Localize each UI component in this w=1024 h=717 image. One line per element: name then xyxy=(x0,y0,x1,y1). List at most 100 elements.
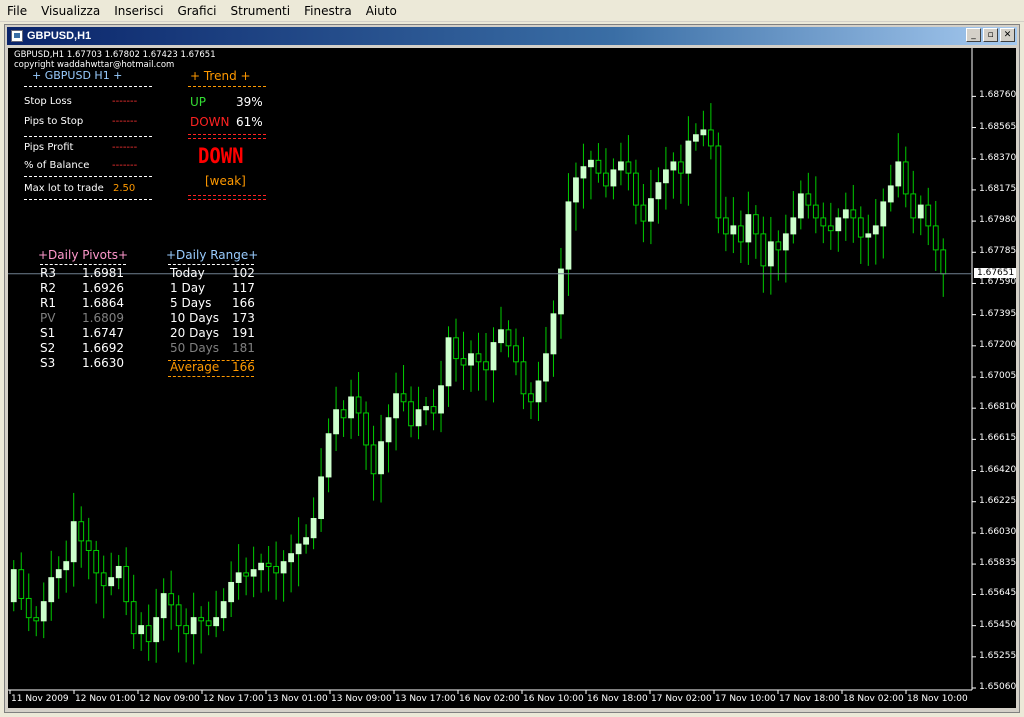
candlestick-plot xyxy=(8,48,976,694)
candle-body xyxy=(835,217,842,232)
candle-body xyxy=(18,569,25,599)
price-tick-label: 1.67980 xyxy=(979,215,1016,226)
price-tick-label: 1.67395 xyxy=(979,308,1016,319)
window-titlebar[interactable]: GBPUSD,H1 _ ▫ ✕ xyxy=(7,27,1017,45)
menu-window[interactable]: Finestra xyxy=(297,4,359,18)
window-title: GBPUSD,H1 xyxy=(27,30,92,42)
time-tick-label: 18 Nov 10:00 xyxy=(907,694,968,704)
candle-body xyxy=(160,593,167,619)
stop-loss-label: Stop Loss xyxy=(24,96,72,107)
candle-body xyxy=(490,342,497,371)
trend-down-value: 61% xyxy=(236,115,263,129)
candle-body xyxy=(228,581,235,603)
candle-body xyxy=(325,433,332,478)
candle-body xyxy=(318,476,324,520)
range-value: 166 xyxy=(232,360,255,374)
candle-body xyxy=(648,198,654,222)
candle-body xyxy=(895,161,902,187)
candle-body xyxy=(370,444,377,475)
range-name: 20 Days xyxy=(170,326,220,340)
menu-file[interactable]: File xyxy=(0,4,34,18)
pivot-name: S3 xyxy=(40,356,56,370)
candle-body xyxy=(685,140,692,174)
chart-window-icon xyxy=(11,30,23,42)
price-tick-label: 1.66615 xyxy=(979,433,1016,444)
pct-balance-label: % of Balance xyxy=(24,160,90,171)
pivot-value: 1.6692 xyxy=(82,341,124,355)
divider xyxy=(168,360,254,361)
candle-body xyxy=(430,406,437,414)
pips-to-stop-label: Pips to Stop xyxy=(24,116,84,127)
divider xyxy=(40,264,126,265)
price-chart[interactable]: GBPUSD,H1 1.67703 1.67802 1.67423 1.6765… xyxy=(8,48,1016,708)
candle-body xyxy=(445,337,452,387)
candle-body xyxy=(453,337,459,360)
candle-body xyxy=(235,572,242,583)
pips-to-stop-value: ------- xyxy=(112,116,138,127)
menu-tools[interactable]: Strumenti xyxy=(224,4,298,18)
candle-body xyxy=(573,177,579,203)
pips-profit-label: Pips Profit xyxy=(24,142,74,153)
candle-body xyxy=(468,353,474,366)
pivot-name: PV xyxy=(40,311,56,325)
candle-body xyxy=(902,161,909,195)
candle-body xyxy=(625,161,632,174)
close-button[interactable]: ✕ xyxy=(1000,28,1015,42)
candle-body xyxy=(565,201,572,270)
panel-symbol-label: + GBPUSD H1 + xyxy=(32,69,123,82)
range-value: 117 xyxy=(232,281,255,295)
candle-body xyxy=(633,172,639,206)
candle-body xyxy=(333,409,339,435)
pivots-header: +Daily Pivots+ xyxy=(38,248,128,262)
candle-body xyxy=(775,241,782,251)
trend-up-label: UP xyxy=(190,95,207,109)
minimize-button[interactable]: _ xyxy=(966,28,981,42)
range-name: 50 Days xyxy=(170,341,220,355)
candle-body xyxy=(265,562,272,567)
menu-view[interactable]: Visualizza xyxy=(34,4,107,18)
candle-body xyxy=(175,604,182,627)
candle-body xyxy=(85,540,92,551)
candle-body xyxy=(910,193,917,219)
price-tick-label: 1.65255 xyxy=(979,650,1016,661)
price-tick-label: 1.67590 xyxy=(979,277,1016,288)
candle-body xyxy=(550,313,557,355)
range-name: Today xyxy=(170,266,205,280)
candle-body xyxy=(438,385,444,414)
candle-body xyxy=(513,345,519,363)
candle-body xyxy=(213,617,220,627)
candle-body xyxy=(857,217,864,238)
candle-body xyxy=(168,593,175,606)
candle-body xyxy=(273,565,280,574)
price-tick-label: 1.68760 xyxy=(979,90,1016,101)
pivot-name: R1 xyxy=(40,296,56,310)
candle-body xyxy=(400,393,407,403)
menu-help[interactable]: Aiuto xyxy=(359,4,404,18)
menu-insert[interactable]: Inserisci xyxy=(107,4,170,18)
price-tick-label: 1.65060 xyxy=(979,682,1016,692)
range-name: 10 Days xyxy=(170,311,220,325)
divider xyxy=(168,264,254,265)
time-tick-label: 16 Nov 02:00 xyxy=(459,694,520,704)
candle-body xyxy=(655,182,662,200)
divider xyxy=(188,138,266,139)
price-tick-label: 1.65450 xyxy=(979,619,1016,630)
candle-body xyxy=(610,169,617,187)
pivot-value: 1.6864 xyxy=(82,296,124,310)
restore-button[interactable]: ▫ xyxy=(983,28,998,42)
candle-body xyxy=(692,134,699,142)
candle-body xyxy=(348,396,354,419)
candle-body xyxy=(123,565,130,603)
candle-body xyxy=(145,625,152,643)
divider xyxy=(24,176,152,177)
candle-body xyxy=(760,233,767,267)
divider xyxy=(188,199,266,200)
menu-charts[interactable]: Grafici xyxy=(170,4,223,18)
candle-body xyxy=(138,625,145,635)
price-tick-label: 1.67200 xyxy=(979,339,1016,350)
candle-body xyxy=(670,161,677,171)
candle-body xyxy=(872,225,879,235)
price-tick-label: 1.66420 xyxy=(979,464,1016,475)
candle-body xyxy=(640,204,647,222)
candle-body xyxy=(423,406,429,411)
